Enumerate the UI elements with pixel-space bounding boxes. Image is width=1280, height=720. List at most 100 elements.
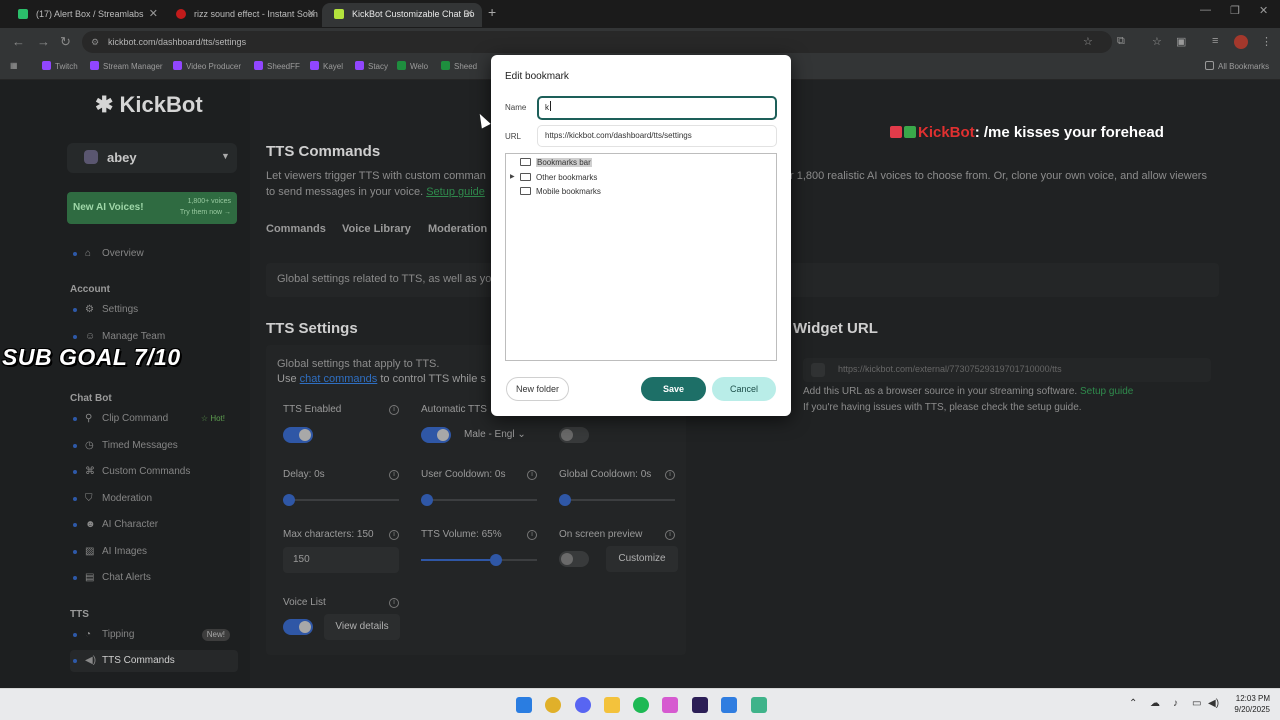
copilot-icon[interactable] — [662, 697, 678, 713]
voice-select[interactable]: Male - Engl ⌄ — [464, 429, 526, 440]
bookmarks-icon[interactable]: ☆ — [1152, 35, 1162, 48]
account-switcher[interactable]: abey ▼ — [67, 143, 237, 173]
snipping-tool-icon[interactable] — [721, 697, 737, 713]
tab-voice-library[interactable]: Voice Library — [342, 223, 411, 235]
back-arrow-icon[interactable]: ← — [12, 34, 25, 49]
close-tab-icon[interactable]: ✕ — [465, 3, 474, 25]
apps-grid-icon[interactable]: ▦ — [10, 61, 18, 70]
bookmark-stacy[interactable]: Stacy — [355, 61, 388, 71]
info-icon[interactable]: i — [389, 470, 399, 480]
info-icon[interactable]: i — [665, 470, 675, 480]
bookmark-kayel[interactable]: Kayel — [310, 61, 343, 71]
sidebar-item-moderation[interactable]: ⛉ Moderation — [70, 488, 238, 510]
copy-icon[interactable] — [811, 363, 825, 377]
chat-commands-link[interactable]: chat commands — [300, 373, 378, 385]
browser-tab-rizz[interactable]: rizz sound effect - Instant Soun ✕ — [164, 3, 324, 27]
bookmark-welo[interactable]: Welo — [397, 61, 428, 71]
microphone-icon[interactable]: ♪ — [1173, 698, 1178, 709]
sidebar-item-custom-commands[interactable]: ⌘ Custom Commands — [70, 461, 238, 483]
tray-chevron-icon[interactable]: ⌃ — [1129, 698, 1137, 709]
sidebar-item-tts-commands[interactable]: ◀) TTS Commands — [70, 650, 238, 672]
sidebar-item-clip-command[interactable]: ⚲ Clip Command ☆ Hot! — [70, 408, 238, 430]
sidebar-item-timed-messages[interactable]: ◷ Timed Messages — [70, 435, 238, 457]
folder-other-bookmarks[interactable]: Other bookmarks — [520, 172, 597, 183]
bookmark-video-producer[interactable]: Video Producer — [173, 61, 241, 71]
setup-guide-link[interactable]: Setup guide — [426, 186, 485, 198]
cancel-button[interactable]: Cancel — [712, 377, 776, 401]
widget-url-field[interactable]: https://kickbot.com/external/77307529319… — [803, 358, 1211, 382]
folder-mobile-bookmarks[interactable]: Mobile bookmarks — [520, 186, 601, 197]
delay-slider[interactable] — [283, 494, 399, 506]
file-explorer-icon[interactable] — [604, 697, 620, 713]
third-toggle[interactable] — [559, 427, 589, 443]
expand-arrow-icon[interactable]: ▶ — [510, 173, 515, 180]
browser-tab-streamlabs[interactable]: (17) Alert Box / Streamlabs ✕ — [6, 3, 166, 27]
side-panel-icon[interactable]: ▣ — [1176, 35, 1186, 48]
close-window-icon[interactable]: ✕ — [1259, 4, 1268, 17]
info-icon[interactable]: i — [665, 530, 675, 540]
spotify-icon[interactable] — [633, 697, 649, 713]
close-tab-icon[interactable]: ✕ — [307, 3, 316, 25]
forward-arrow-icon[interactable]: → — [37, 34, 50, 49]
browser-tab-kickbot[interactable]: KickBot Customizable Chat Bo ✕ — [322, 3, 482, 27]
media-icon[interactable]: ≡ — [1212, 35, 1218, 47]
user-cooldown-slider[interactable] — [421, 494, 537, 506]
bookmark-twitch[interactable]: Twitch — [42, 61, 78, 71]
onedrive-icon[interactable]: ☁ — [1150, 698, 1160, 709]
minimize-icon[interactable]: — — [1200, 4, 1211, 16]
widget-setup-guide-link[interactable]: Setup guide — [1080, 386, 1133, 397]
bookmark-stream-manager[interactable]: Stream Manager — [90, 61, 163, 71]
view-details-button[interactable]: View details — [324, 614, 400, 640]
tts-volume-label: TTS Volume: 65% — [421, 529, 502, 540]
reload-icon[interactable]: ↻ — [60, 34, 71, 50]
bookmark-sheed[interactable]: Sheed — [441, 61, 477, 71]
profile-avatar[interactable] — [1234, 35, 1248, 49]
ai-voices-promo[interactable]: New AI Voices! 1,800+ voices Try them no… — [67, 192, 237, 224]
tab-moderation[interactable]: Moderation — [428, 223, 487, 235]
volume-icon[interactable]: ◀) — [1208, 698, 1219, 709]
sidebar-item-settings[interactable]: ⚙ Settings — [70, 299, 238, 321]
tts-enabled-toggle[interactable] — [283, 427, 313, 443]
site-info-icon[interactable]: ⚙ — [91, 31, 99, 53]
tab-commands[interactable]: Commands — [266, 223, 326, 235]
bookmark-name-input[interactable]: k — [537, 96, 777, 120]
all-bookmarks[interactable]: All Bookmarks — [1205, 61, 1269, 71]
customize-button[interactable]: Customize — [606, 546, 678, 572]
info-icon[interactable]: i — [527, 530, 537, 540]
sidebar-item-ai-images[interactable]: ▨ AI Images — [70, 541, 238, 563]
info-icon[interactable]: i — [389, 598, 399, 608]
save-button[interactable]: Save — [641, 377, 706, 401]
address-input[interactable]: ⚙ kickbot.com/dashboard/tts/settings — [82, 31, 1112, 53]
display-icon[interactable]: ▭ — [1192, 698, 1201, 709]
taskbar-clock[interactable]: 12:03 PM 9/20/2025 — [1228, 693, 1270, 715]
sidebar-item-ai-character[interactable]: ☻ AI Character — [70, 514, 238, 536]
close-tab-icon[interactable]: ✕ — [149, 3, 158, 25]
maximize-icon[interactable]: ❐ — [1230, 4, 1240, 17]
bookmark-sheedff[interactable]: SheedFF — [254, 61, 300, 71]
max-characters-input[interactable]: 150 — [283, 547, 399, 573]
info-icon[interactable]: i — [527, 470, 537, 480]
premiere-pro-icon[interactable] — [692, 697, 708, 713]
voice-list-toggle[interactable] — [283, 619, 313, 635]
windows-start-icon[interactable] — [516, 697, 532, 713]
tts-volume-slider[interactable] — [421, 554, 537, 566]
info-icon[interactable]: i — [389, 405, 399, 415]
global-cooldown-slider[interactable] — [559, 494, 675, 506]
sidebar-item-tipping[interactable]: ◔ Tipping New! — [70, 624, 238, 646]
kickbot-logo[interactable]: ✱ KickBot — [95, 92, 203, 118]
sidebar-item-chat-alerts[interactable]: ▤ Chat Alerts — [70, 567, 238, 589]
automatic-tts-toggle[interactable] — [421, 427, 451, 443]
kickbot-app-icon[interactable] — [751, 697, 767, 713]
extensions-icon[interactable]: ⧉ — [1117, 35, 1125, 48]
sidebar-item-overview[interactable]: ⌂ Overview — [70, 243, 238, 265]
discord-icon[interactable] — [575, 697, 591, 713]
bookmark-url-input[interactable]: https://kickbot.com/dashboard/tts/settin… — [537, 125, 777, 147]
chrome-icon[interactable] — [545, 697, 561, 713]
new-folder-button[interactable]: New folder — [506, 377, 569, 401]
folder-bookmarks-bar[interactable]: Bookmarks bar — [520, 157, 592, 168]
bookmark-star-icon[interactable]: ☆ — [1083, 35, 1093, 48]
menu-dots-icon[interactable]: ⋮ — [1261, 35, 1272, 48]
on-screen-preview-toggle[interactable] — [559, 551, 589, 567]
info-icon[interactable]: i — [389, 530, 399, 540]
new-tab-icon[interactable]: + — [488, 4, 496, 20]
